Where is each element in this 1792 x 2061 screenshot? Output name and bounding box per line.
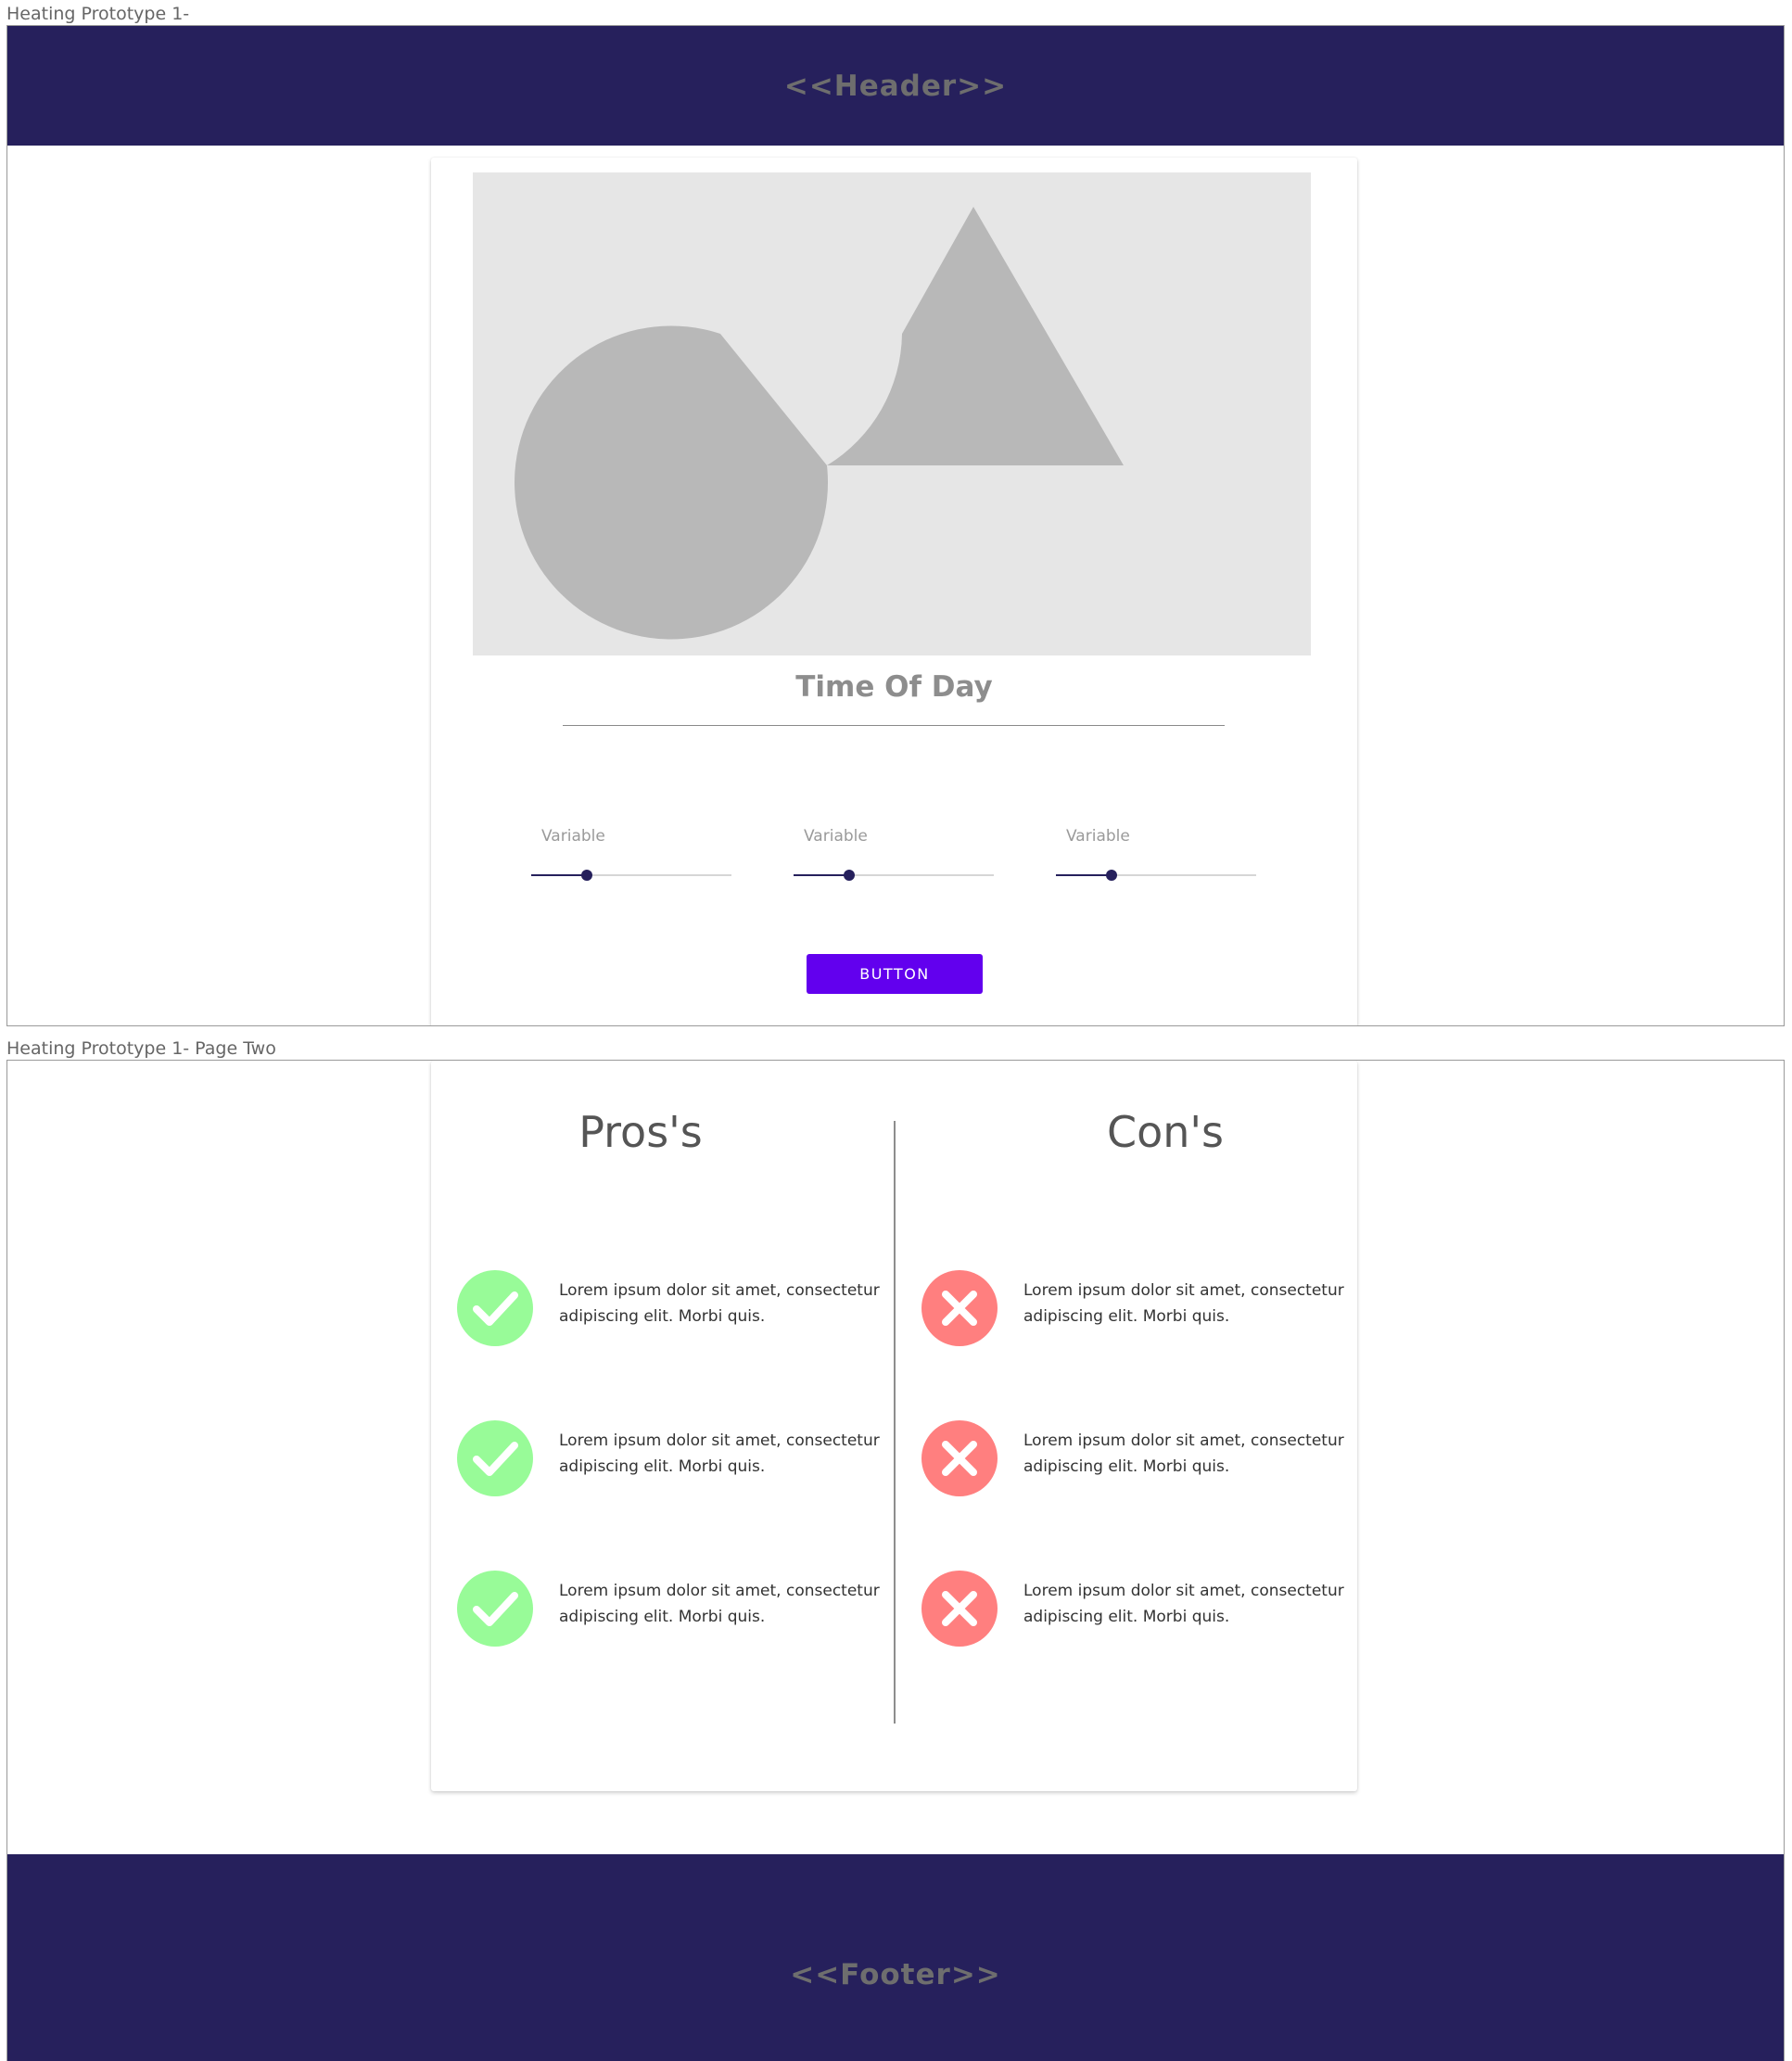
image-placeholder [473, 172, 1311, 655]
header-bar: <<Header>> [7, 26, 1784, 146]
column-divider [894, 1121, 896, 1724]
slider-label: Variable [804, 827, 868, 846]
main-card: Time Of Day Variable Variable Variable B… [431, 158, 1357, 1025]
pro-item: Lorem ipsum dolor sit amet, consectetur … [457, 1420, 883, 1496]
con-item: Lorem ipsum dolor sit amet, consectetur … [921, 1420, 1348, 1496]
slider-thumb[interactable] [844, 870, 856, 881]
slider-track[interactable] [531, 870, 731, 881]
pro-item-text: Lorem ipsum dolor sit amet, consectetur … [559, 1431, 880, 1476]
con-item: Lorem ipsum dolor sit amet, consectetur … [921, 1270, 1348, 1346]
frame-label-page-one: Heating Prototype 1- [6, 4, 190, 24]
slider-3[interactable]: Variable [1056, 827, 1256, 901]
frame-page-one: <<Header>> Time Of Day Variable Variable [6, 25, 1785, 1026]
slider-label: Variable [1066, 827, 1130, 846]
primary-button[interactable]: BUTTON [807, 954, 983, 994]
pro-item: Lorem ipsum dolor sit amet, consectetur … [457, 1270, 883, 1346]
card-title: Time Of Day [795, 670, 993, 704]
pros-cons-card: Pros's Con's Lorem ipsum dolor sit amet,… [431, 1061, 1357, 1791]
slider-thumb[interactable] [1106, 870, 1118, 881]
slider-fill [1056, 874, 1112, 876]
cons-heading: Con's [1106, 1107, 1225, 1157]
frame-page-two: Pros's Con's Lorem ipsum dolor sit amet,… [6, 1060, 1785, 2061]
image-placeholder-icon [515, 207, 1124, 640]
x-circle-icon [921, 1571, 998, 1647]
check-circle-icon [457, 1571, 533, 1647]
slider-fill [531, 874, 588, 876]
pro-item: Lorem ipsum dolor sit amet, consectetur … [457, 1571, 883, 1647]
slider-fill [794, 874, 850, 876]
check-circle-icon [457, 1420, 533, 1496]
slider-1[interactable]: Variable [531, 827, 731, 901]
check-circle-icon [457, 1270, 533, 1346]
header-text: <<Header>> [783, 69, 1008, 103]
con-item-text: Lorem ipsum dolor sit amet, consectetur … [1023, 1281, 1344, 1326]
slider-track[interactable] [794, 870, 994, 881]
circle-shape [515, 325, 829, 640]
slider-thumb[interactable] [581, 870, 593, 881]
footer-bar: <<Footer>> [7, 1854, 1784, 2061]
con-item: Lorem ipsum dolor sit amet, consectetur … [921, 1571, 1348, 1647]
slider-label: Variable [541, 827, 605, 846]
footer-text: <<Footer>> [790, 1958, 1001, 1991]
x-circle-icon [921, 1420, 998, 1496]
pro-item-text: Lorem ipsum dolor sit amet, consectetur … [559, 1281, 880, 1326]
con-item-text: Lorem ipsum dolor sit amet, consectetur … [1023, 1431, 1344, 1476]
pro-item-text: Lorem ipsum dolor sit amet, consectetur … [559, 1582, 880, 1626]
frame-label-page-two: Heating Prototype 1- Page Two [6, 1038, 276, 1059]
pros-heading: Pros's [578, 1107, 703, 1157]
x-circle-icon [921, 1270, 998, 1346]
slider-track[interactable] [1056, 870, 1256, 881]
title-underline [563, 725, 1225, 726]
con-item-text: Lorem ipsum dolor sit amet, consectetur … [1023, 1582, 1344, 1626]
slider-2[interactable]: Variable [794, 827, 994, 901]
